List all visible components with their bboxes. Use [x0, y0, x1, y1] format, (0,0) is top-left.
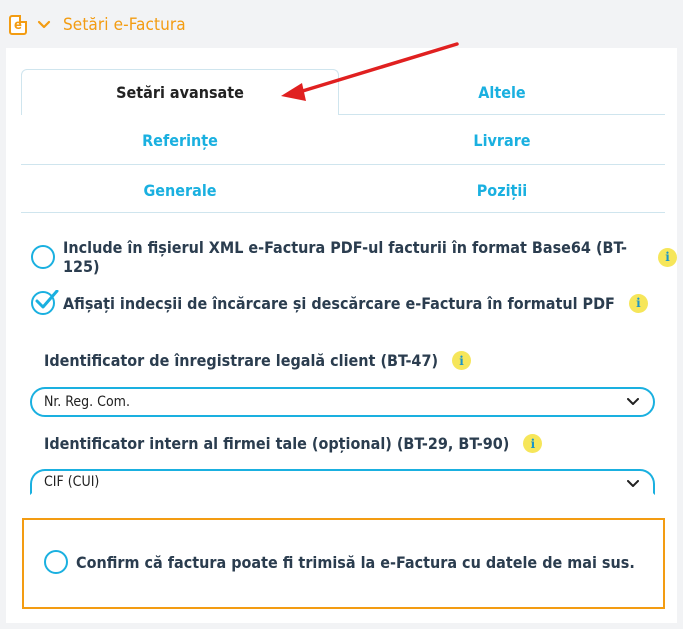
tab-pozitii[interactable]: Poziții	[339, 166, 665, 214]
info-icon[interactable]: i	[628, 293, 648, 313]
tab-label: Referințe	[142, 130, 218, 150]
tab-divider	[21, 212, 665, 213]
field-label-text: Identificator de înregistrare legală cli…	[44, 351, 439, 370]
tab-livrare[interactable]: Livrare	[339, 116, 665, 164]
info-icon[interactable]: i	[452, 351, 472, 370]
option-include-pdf-base64[interactable]: Include în fișierul XML e-Factura PDF-ul…	[31, 238, 677, 276]
chevron-down-icon[interactable]	[37, 18, 51, 32]
tab-setari-avansate[interactable]: Setări avansate	[21, 69, 339, 115]
internal-id-select[interactable]: CIF (CUI)	[30, 469, 655, 495]
select-value: Nr. Reg. Com.	[44, 394, 130, 410]
efactura-logo-icon: e	[9, 15, 27, 35]
chevron-down-icon	[627, 480, 639, 487]
tab-label: Generale	[143, 180, 217, 200]
field-label-text: Identificator intern al firmei tale (opț…	[44, 434, 510, 453]
tab-label: Altele	[478, 82, 526, 102]
select-value: CIF (CUI)	[44, 474, 100, 490]
confirm-box: Confirm că factura poate fi trimisă la e…	[22, 518, 665, 609]
tab-label: Setări avansate	[116, 83, 244, 102]
radio-checked-icon[interactable]	[31, 290, 59, 315]
option-label: Afișați indecșii de încărcare și descărc…	[63, 293, 615, 313]
section-title: Setări e-Factura	[63, 15, 186, 35]
legal-id-select[interactable]: Nr. Reg. Com.	[30, 387, 655, 417]
settings-panel: Setări avansate Altele Referințe Livrare…	[6, 48, 677, 623]
confirm-label: Confirm că factura poate fi trimisă la e…	[76, 552, 635, 572]
tab-altele[interactable]: Altele	[339, 69, 665, 115]
tab-divider	[339, 114, 665, 115]
field-label-bt29-bt90: Identificator intern al firmei tale (opț…	[44, 434, 543, 453]
checkmark-icon	[35, 290, 59, 309]
confirm-option[interactable]: Confirm că factura poate fi trimisă la e…	[44, 550, 635, 574]
chevron-down-icon	[627, 398, 639, 405]
radio-unchecked-icon[interactable]	[44, 550, 68, 574]
tab-divider	[21, 164, 665, 165]
field-label-bt47: Identificator de înregistrare legală cli…	[44, 351, 472, 370]
info-icon[interactable]: i	[658, 247, 677, 267]
option-label: Include în fișierul XML e-Factura PDF-ul…	[63, 238, 627, 276]
section-header[interactable]: e Setări e-Factura	[0, 0, 683, 38]
info-icon[interactable]: i	[523, 434, 543, 453]
tab-label: Livrare	[473, 130, 531, 150]
tab-referinte[interactable]: Referințe	[21, 116, 339, 164]
option-show-indexes-pdf[interactable]: Afișați indecșii de încărcare și descărc…	[31, 290, 648, 315]
tab-generale[interactable]: Generale	[21, 166, 339, 214]
tab-label: Poziții	[476, 180, 528, 200]
radio-unchecked-icon[interactable]	[31, 245, 55, 269]
